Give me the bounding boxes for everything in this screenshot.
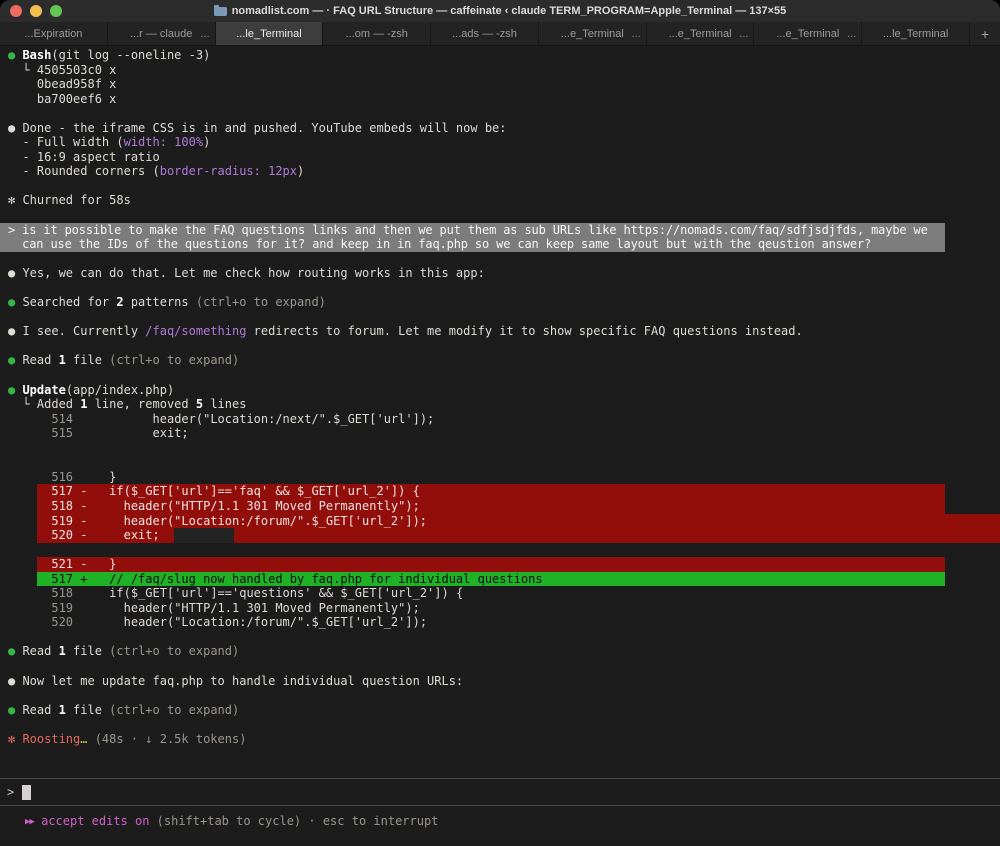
accept-edits-arrows-icon: ▶▶ xyxy=(25,817,35,827)
terminal-line: └ 4505503c0 x xyxy=(8,62,117,77)
terminal-window: nomadlist.com — · FAQ URL Structure — ca… xyxy=(0,0,1000,846)
terminal-line: 518 - header("HTTP/1.1 301 Moved Permane… xyxy=(0,498,1000,514)
status-hint: (shift+tab to cycle) · esc to interrupt xyxy=(149,814,439,828)
tab-activity-indicator: ... xyxy=(200,27,210,40)
status-mode: accept edits on xyxy=(33,814,150,828)
zoom-button[interactable] xyxy=(50,5,62,17)
close-button[interactable] xyxy=(10,5,22,17)
title-bar: nomadlist.com — · FAQ URL Structure — ca… xyxy=(0,0,1000,22)
tab-label: ...e_Terminal xyxy=(668,27,732,40)
tab-8[interactable]: ...e_Terminal... xyxy=(754,22,863,45)
terminal-line: ● Yes, we can do that. Let me check how … xyxy=(8,266,485,281)
tab-4[interactable]: ...om — -zsh xyxy=(323,22,432,45)
terminal-line: ● Update(app/index.php) xyxy=(8,382,175,397)
tab-label: ...le_Terminal xyxy=(236,27,302,40)
terminal-line: ● Read 1 file (ctrl+o to expand) xyxy=(8,353,240,368)
terminal-line: - 16:9 aspect ratio xyxy=(8,149,160,164)
terminal-line: - Rounded corners (border-radius: 12px) xyxy=(8,164,305,179)
tab-3[interactable]: ...le_Terminal xyxy=(215,22,324,45)
tab-activity-indicator: ... xyxy=(847,27,857,40)
terminal-output: ● Bash(git log --oneline -3) └ 4505503c0… xyxy=(0,48,1000,746)
status-bar: ▶▶ accept edits on (shift+tab to cycle) … xyxy=(0,812,1000,830)
window-controls xyxy=(10,5,62,17)
terminal-line: ● Done - the iframe CSS is in and pushed… xyxy=(8,120,507,135)
tab-label: ...om — -zsh xyxy=(345,27,408,40)
terminal-line: ✻ Churned for 58s xyxy=(8,193,131,208)
terminal-line: 0bead958f x xyxy=(8,77,117,92)
new-tab-button[interactable]: + xyxy=(970,22,1000,45)
folder-proxy-icon xyxy=(213,5,227,16)
tab-label: ...r — claude xyxy=(129,27,193,40)
terminal-line: 517 - if($_GET['url']=='faq' && $_GET['u… xyxy=(0,484,1000,499)
terminal-line: can use the IDs of the questions for it?… xyxy=(0,237,1000,252)
terminal-line: ● Read 1 file (ctrl+o to expand) xyxy=(8,702,240,717)
terminal-line: 520 header("Location:/forum/".$_GET['url… xyxy=(51,615,428,630)
terminal-line: 517 + // /faq/slug now handled by faq.ph… xyxy=(0,571,1000,587)
tab-label: ...ads — -zsh xyxy=(452,27,517,40)
terminal-line: - Full width (width: 100%) xyxy=(8,135,211,150)
terminal-line: 519 header("HTTP/1.1 301 Moved Permanent… xyxy=(51,600,420,615)
terminal-line: 516 } xyxy=(51,469,117,484)
terminal-line: ● Read 1 file (ctrl+o to expand) xyxy=(8,644,240,659)
terminal-line: > is it possible to make the FAQ questio… xyxy=(0,222,1000,238)
window-title: nomadlist.com — · FAQ URL Structure — ca… xyxy=(213,5,787,17)
terminal-line: ● Bash(git log --oneline -3) xyxy=(8,48,211,62)
tab-7[interactable]: ...e_Terminal... xyxy=(647,22,755,45)
tab-activity-indicator: ... xyxy=(739,27,749,40)
prompt-input-box[interactable]: > xyxy=(0,778,1000,806)
tab-label: ...e_Terminal xyxy=(560,27,624,40)
tab-activity-indicator: ... xyxy=(631,27,641,40)
terminal-line: ● Now let me update faq.php to handle in… xyxy=(8,673,464,688)
text-cursor xyxy=(22,784,32,800)
minimize-button[interactable] xyxy=(30,5,42,17)
terminal-line: 519 - header("Location:/forum/".$_GET['u… xyxy=(0,513,1000,529)
tab-2[interactable]: ...r — claude... xyxy=(108,22,216,45)
terminal-line: 521 - } xyxy=(0,557,1000,572)
tab-5[interactable]: ...ads — -zsh xyxy=(431,22,539,45)
tab-label: ...e_Terminal xyxy=(776,27,840,40)
prompt-chevron: > xyxy=(7,785,15,799)
window-title-text: nomadlist.com — · FAQ URL Structure — ca… xyxy=(231,5,787,17)
tab-label: ...Expiration xyxy=(24,27,83,40)
terminal-line: ✻ Roosting… (48s · ↓ 2.5k tokens) xyxy=(8,731,247,746)
terminal-line: 520 - exit; xyxy=(0,528,1000,543)
tab-9[interactable]: ...le_Terminal xyxy=(862,22,971,45)
terminal-line: 515 exit; xyxy=(51,426,189,441)
tab-label: ...le_Terminal xyxy=(882,27,949,40)
terminal-line: ● Searched for 2 patterns (ctrl+o to exp… xyxy=(8,295,326,310)
terminal-line: 518 if($_GET['url']=='questions' && $_GE… xyxy=(51,586,464,601)
tab-1[interactable]: ...Expiration xyxy=(0,22,108,45)
terminal-line: └ Added 1 line, removed 5 lines xyxy=(8,397,247,412)
terminal-line: 514 header("Location:/next/".$_GET['url'… xyxy=(51,411,435,426)
tab-6[interactable]: ...e_Terminal... xyxy=(539,22,647,45)
terminal-line: ba700eef6 x xyxy=(8,91,117,106)
terminal-line: ● I see. Currently /faq/something redire… xyxy=(8,324,803,339)
tab-bar: ...Expiration ...r — claude... ...le_Termi… xyxy=(0,22,1000,46)
